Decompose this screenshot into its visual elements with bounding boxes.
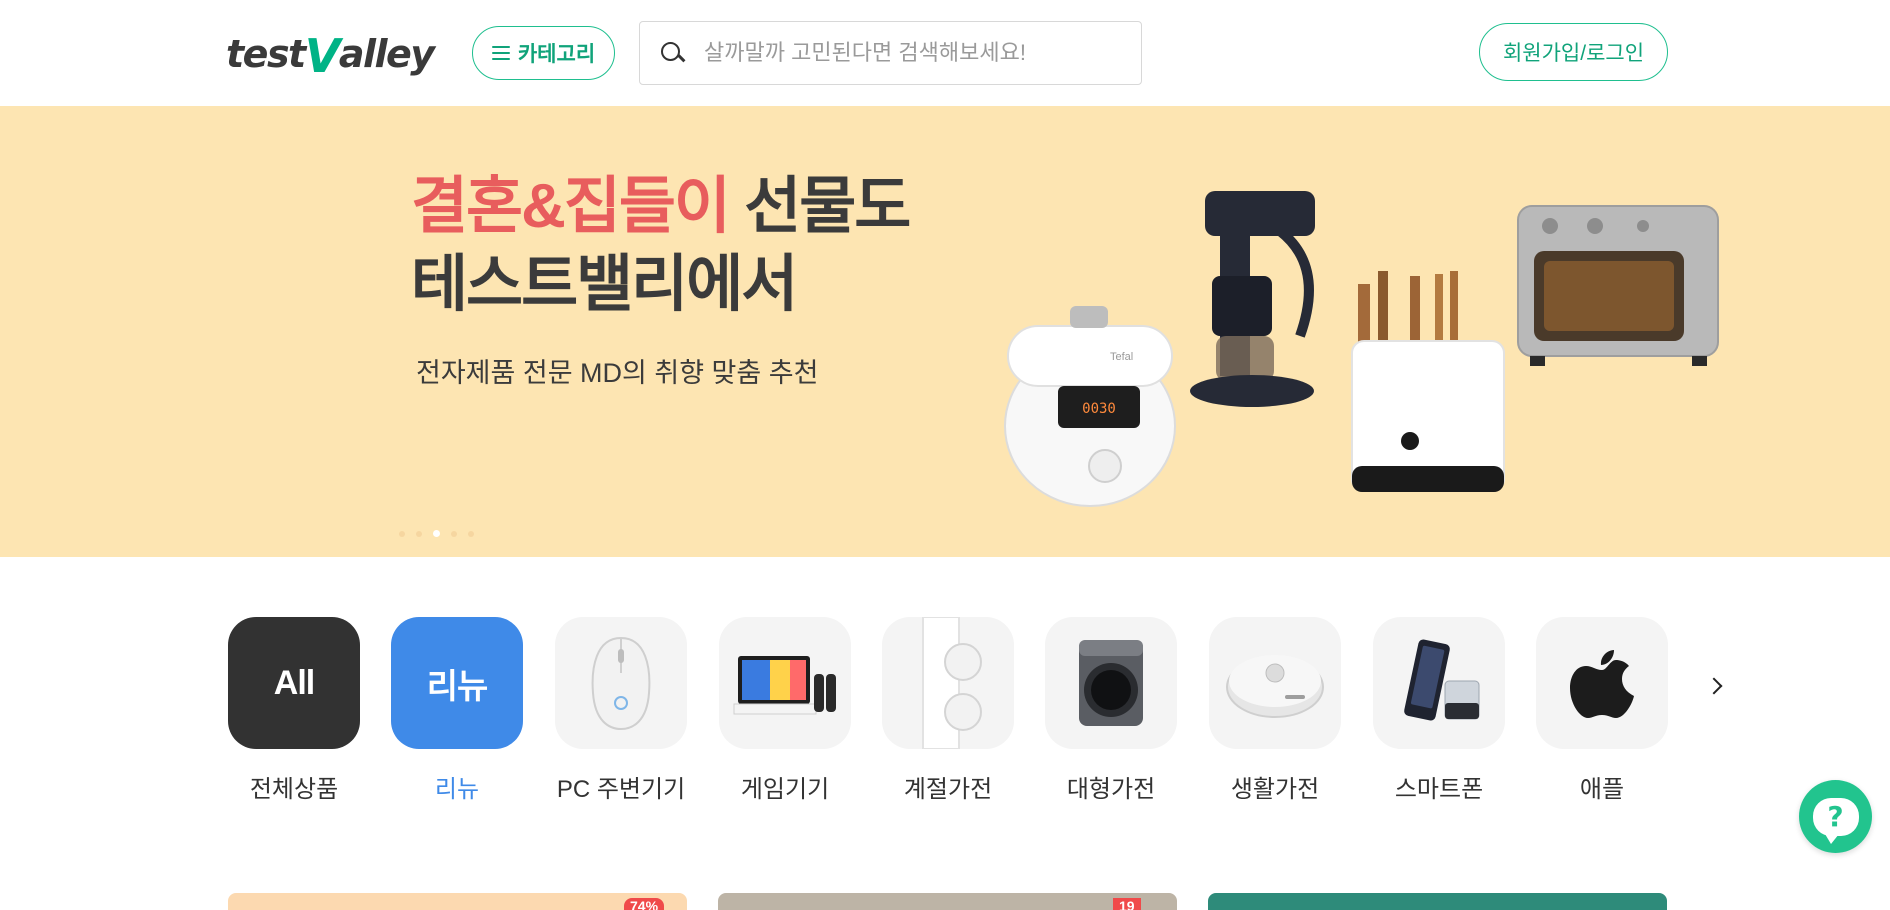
category-label: 애플 [1579, 776, 1625, 803]
category-label: 계절가전 [903, 776, 993, 803]
category-tile[interactable] [1209, 617, 1341, 749]
discount-badge: 74% [624, 898, 665, 910]
promo-banner[interactable]: 결혼&집들이 선물도 테스트밸리에서 전자제품 전문 MD의 취향 맞춤 추천 … [0, 106, 1890, 557]
category-tile[interactable] [719, 617, 851, 749]
banner-title-line2: 테스트밸리에서 [411, 250, 798, 319]
category-game-consoles[interactable]: 게임기기 [719, 617, 851, 804]
category-tile[interactable] [1045, 617, 1177, 749]
category-list: All 전체상품 리뉴 리뉴 PC 주변기기 게임기기 계절가전 대형가전 생활… [228, 617, 1668, 807]
pagination-dot-active[interactable] [433, 530, 440, 537]
category-tile[interactable] [1536, 617, 1668, 749]
apple-icon [1570, 650, 1634, 718]
category-apple[interactable]: 애플 [1536, 617, 1668, 804]
category-renew[interactable]: 리뉴 리뉴 [391, 617, 523, 804]
cooker-brand: Tefal [1110, 351, 1133, 363]
product-card[interactable]: 74% [228, 893, 687, 910]
category-tile[interactable]: 리뉴 [391, 617, 523, 749]
site-header: testValley 카테고리 회원가입/로그인 [0, 0, 1890, 106]
search-input[interactable] [704, 40, 1104, 66]
banner-title-line1: 선물도 [728, 172, 911, 241]
category-button-label: 카테고리 [517, 43, 596, 66]
pagination-dot[interactable] [451, 530, 457, 537]
washer-icon [1079, 640, 1143, 726]
category-label: 리뉴 [434, 776, 480, 803]
search-bar[interactable] [639, 21, 1142, 85]
category-label: 스마트폰 [1394, 776, 1484, 803]
category-label: 생활가전 [1230, 776, 1320, 803]
coffee-maker-image [1190, 191, 1315, 407]
category-smartphones[interactable]: 스마트폰 [1373, 617, 1505, 804]
chevron-right-icon [1705, 677, 1723, 695]
banner-subtitle: 전자제품 전문 MD의 취향 맞춤 추천 [416, 358, 819, 388]
category-label: 전체상품 [249, 776, 339, 803]
category-tile[interactable]: All [228, 617, 360, 749]
discount-badge: 19 [1113, 898, 1141, 910]
help-chat-button[interactable]: ? [1799, 780, 1872, 853]
category-tile[interactable] [882, 617, 1014, 749]
category-seasonal-appliances[interactable]: 계절가전 [882, 617, 1014, 804]
banner-title-highlight: 결혼&집들이 [411, 172, 731, 241]
category-tile-text: All [273, 663, 315, 702]
smartphone-icon [1404, 639, 1480, 721]
category-label: PC 주변기기 [556, 776, 686, 803]
mouse-icon [591, 636, 651, 731]
logo-text-test: test [226, 32, 306, 76]
category-label: 대형가전 [1066, 776, 1156, 803]
logo[interactable]: test Valley [226, 28, 435, 83]
category-tile[interactable] [555, 617, 687, 749]
robot-vacuum-icon [1226, 655, 1324, 718]
product-card[interactable] [1208, 893, 1667, 910]
category-tile-text: 리뉴 [426, 667, 489, 706]
banner-title: 결혼&집들이 선물도 테스트밸리에서 [411, 168, 911, 324]
category-label: 게임기기 [740, 776, 830, 803]
seasonal-appliance-icon [922, 617, 982, 749]
pagination-dot[interactable] [416, 530, 422, 537]
category-pc-accessories[interactable]: PC 주변기기 [555, 617, 687, 804]
category-all[interactable]: All 전체상품 [228, 617, 360, 804]
banner-products-image: 0030 Tefal [1004, 191, 1719, 507]
search-icon[interactable] [660, 41, 684, 65]
signup-login-button[interactable]: 회원가입/로그인 [1479, 23, 1668, 81]
banner-pagination [399, 530, 474, 537]
category-large-appliances[interactable]: 대형가전 [1045, 617, 1177, 804]
category-tile[interactable] [1373, 617, 1505, 749]
logo-text-alley: alley [338, 32, 435, 76]
product-card[interactable]: 19 [718, 893, 1177, 910]
category-button[interactable]: 카테고리 [472, 26, 615, 80]
game-console-icon [733, 656, 836, 715]
cooker-display: 0030 [1082, 401, 1116, 417]
knife-block-image [1351, 271, 1505, 492]
category-home-appliances[interactable]: 생활가전 [1209, 617, 1341, 804]
menu-icon [491, 46, 510, 60]
air-fryer-oven-image [1517, 205, 1719, 366]
category-next-button[interactable] [1704, 670, 1730, 702]
pagination-dot[interactable] [399, 530, 405, 537]
logo-text-v: V [304, 29, 341, 83]
pagination-dot[interactable] [468, 530, 474, 537]
help-chat-icon: ? [1812, 797, 1859, 844]
rice-cooker-image: 0030 Tefal [1004, 306, 1176, 507]
help-chat-glyph: ? [1827, 800, 1844, 833]
